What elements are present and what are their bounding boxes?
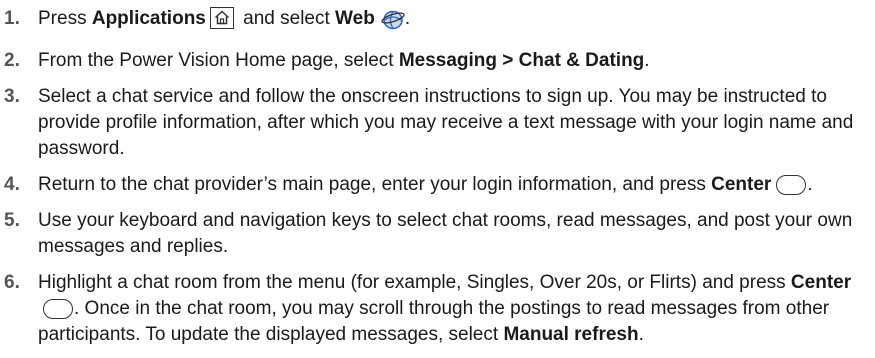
step-text: Highlight a chat room from the menu (for… xyxy=(38,270,872,348)
step-text-segment: . Once in the chat room, you may scroll … xyxy=(38,298,830,345)
step-number: 2. xyxy=(4,50,20,71)
step-text: Press Applications and select Web. xyxy=(38,6,872,38)
step-1: 1. Press Applications and select Web. xyxy=(2,6,872,38)
step-text: Select a chat service and follow the ons… xyxy=(38,84,872,162)
step-number: 1. xyxy=(4,8,20,29)
step-number: 5. xyxy=(4,210,20,231)
step-3: 3. Select a chat service and follow the … xyxy=(2,84,872,162)
step-number: 6. xyxy=(4,272,20,293)
step-text: Use your keyboard and navigation keys to… xyxy=(38,208,872,260)
step-text-segment: From the Power Vision Home page, select xyxy=(38,50,399,71)
step-4: 4. Return to the chat provider’s main pa… xyxy=(2,172,872,198)
step-2: 2. From the Power Vision Home page, sele… xyxy=(2,48,872,74)
center-key-icon xyxy=(43,299,73,319)
step-text-segment: Select a chat service and follow the ons… xyxy=(38,86,854,159)
key-name-applications: Applications xyxy=(91,8,206,29)
step-text-segment: . xyxy=(807,174,813,195)
key-name-center: Center xyxy=(790,272,852,293)
step-text-segment: . xyxy=(404,8,411,29)
step-text-segment: Return to the chat provider’s main page,… xyxy=(38,174,712,195)
web-globe-icon xyxy=(381,8,405,38)
step-text-segment: . xyxy=(644,50,650,71)
home-key-icon xyxy=(209,7,234,29)
menu-path-messaging-chat: Messaging > Chat & Dating xyxy=(398,50,645,71)
step-5: 5. Use your keyboard and navigation keys… xyxy=(2,208,872,260)
step-text-segment: Press xyxy=(38,8,92,29)
step-text: Return to the chat provider’s main page,… xyxy=(38,172,872,198)
step-text-segment: and select xyxy=(237,8,336,29)
key-name-center: Center xyxy=(711,174,772,195)
step-text-segment: . xyxy=(638,324,644,345)
instruction-steps: 1. Press Applications and select Web. 2.… xyxy=(2,6,872,358)
center-key-icon xyxy=(776,175,807,195)
step-text-segment: Highlight a chat room from the menu (for… xyxy=(38,272,791,293)
step-text-segment: Use your keyboard and navigation keys to… xyxy=(38,210,853,257)
step-number: 4. xyxy=(4,174,20,195)
step-number: 3. xyxy=(4,86,20,107)
menu-item-web: Web xyxy=(335,8,375,29)
option-manual-refresh: Manual refresh xyxy=(503,324,639,345)
step-6: 6. Highlight a chat room from the menu (… xyxy=(2,270,872,348)
step-text: From the Power Vision Home page, select … xyxy=(38,48,872,74)
